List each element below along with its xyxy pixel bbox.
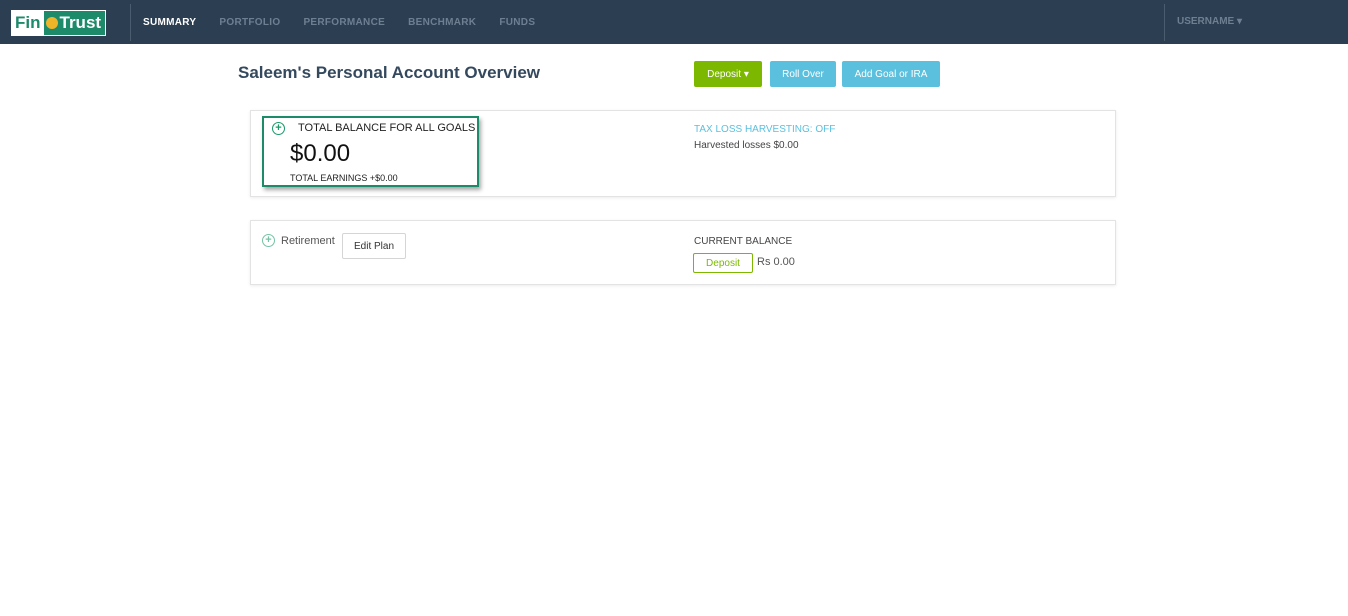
goal-deposit-button[interactable]: Deposit xyxy=(693,253,753,273)
main-nav: SUMMARY PORTFOLIO PERFORMANCE BENCHMARK … xyxy=(143,0,535,44)
plus-circle-icon[interactable]: + xyxy=(262,234,275,247)
total-balance-panel[interactable]: + TOTAL BALANCE FOR ALL GOALS $0.00 TOTA… xyxy=(262,116,479,187)
nav-portfolio[interactable]: PORTFOLIO xyxy=(219,17,280,28)
nav-benchmark[interactable]: BENCHMARK xyxy=(408,17,476,28)
total-earnings: TOTAL EARNINGS +$0.00 xyxy=(290,173,398,183)
total-balance-amount: $0.00 xyxy=(290,140,351,167)
fintrust-logo[interactable]: Fin Trust xyxy=(11,10,106,36)
logo-text-fin: Fin xyxy=(12,11,44,35)
goal-name: Retirement xyxy=(281,235,335,247)
nav-divider xyxy=(1164,4,1165,41)
page-title: Saleem's Personal Account Overview xyxy=(238,63,540,82)
total-balance-label: TOTAL BALANCE FOR ALL GOALS xyxy=(298,122,476,134)
tax-loss-harvesting-link[interactable]: TAX LOSS HARVESTING: OFF xyxy=(694,124,835,135)
nav-divider xyxy=(130,4,131,41)
goal-balance: Rs 0.00 xyxy=(757,256,795,268)
add-goal-button[interactable]: Add Goal or IRA xyxy=(842,61,940,87)
top-navbar: Fin Trust SUMMARY PORTFOLIO PERFORMANCE … xyxy=(0,0,1348,44)
coin-icon xyxy=(45,17,58,29)
harvested-losses: Harvested losses $0.00 xyxy=(694,140,799,151)
logo-text-trust: Trust xyxy=(59,13,102,32)
user-menu[interactable]: USERNAME ▾ xyxy=(1177,16,1242,27)
plus-circle-icon[interactable]: + xyxy=(272,122,285,135)
edit-plan-button[interactable]: Edit Plan xyxy=(342,233,406,259)
deposit-dropdown-button[interactable]: Deposit ▾ xyxy=(694,61,762,87)
current-balance-label: CURRENT BALANCE xyxy=(694,236,793,247)
roll-over-button[interactable]: Roll Over xyxy=(770,61,836,87)
nav-summary[interactable]: SUMMARY xyxy=(143,17,196,28)
nav-performance[interactable]: PERFORMANCE xyxy=(303,17,385,28)
nav-funds[interactable]: FUNDS xyxy=(499,17,535,28)
